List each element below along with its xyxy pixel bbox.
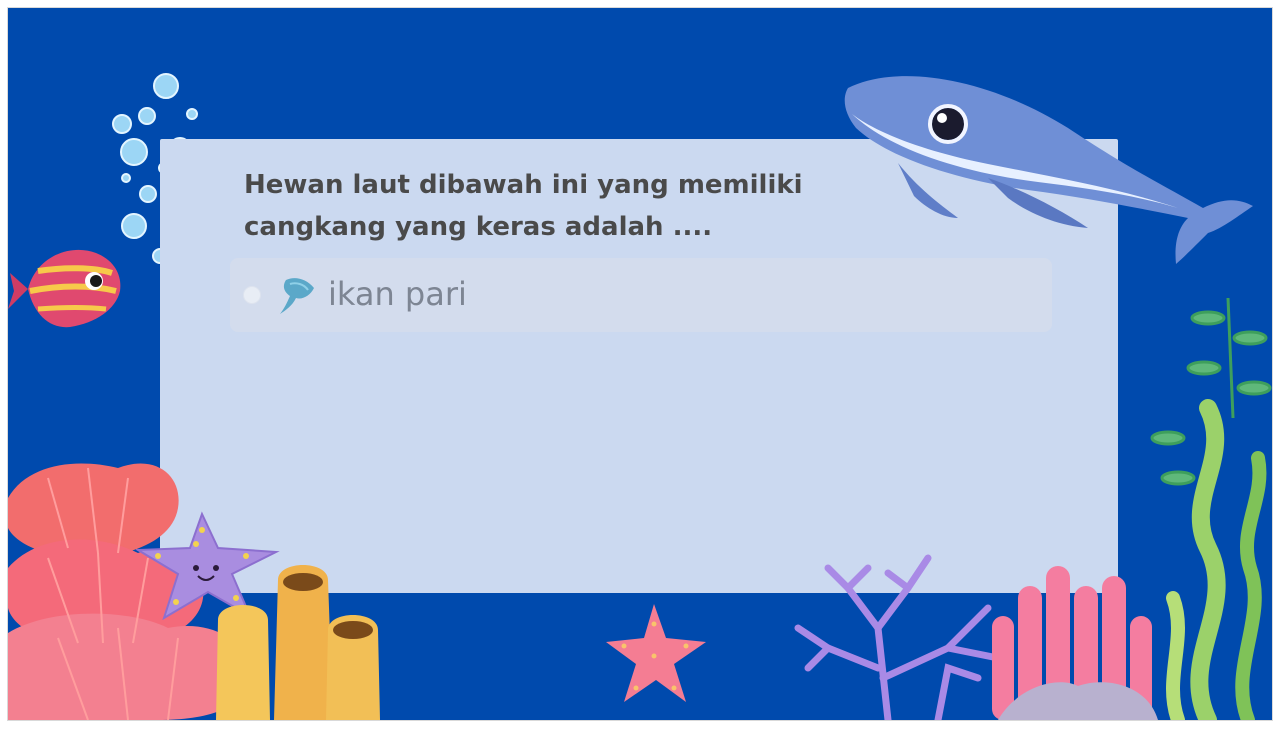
option-ikan-pari[interactable]: ikan pari (230, 258, 1052, 332)
slide-background: Hewan laut dibawah ini yang memiliki can… (8, 8, 1272, 720)
option-label: ikan pari (328, 275, 467, 313)
question-text: Hewan laut dibawah ini yang memiliki can… (244, 170, 803, 242)
option-radio[interactable] (243, 286, 261, 304)
fish-icon (8, 249, 121, 328)
stingray-icon (280, 278, 314, 314)
seaweed-icon (1150, 297, 1272, 720)
starfish-icon (606, 604, 706, 702)
